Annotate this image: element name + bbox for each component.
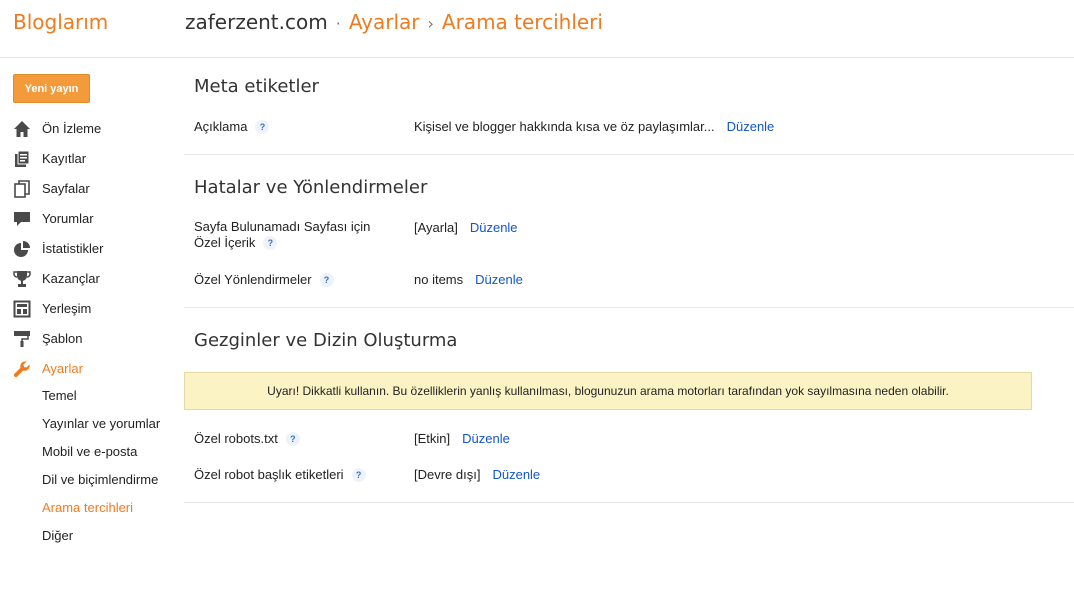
sidebar-subitem-label: Mobil ve e-posta — [42, 444, 138, 459]
sidebar-item-label: Yerleşim — [42, 301, 92, 316]
custom-robot-headers-label-text: Özel robot başlık etiketleri — [194, 467, 344, 482]
edit-custom-404-link[interactable]: Düzenle — [470, 220, 518, 235]
edit-custom-redirects-link[interactable]: Düzenle — [475, 272, 523, 287]
help-icon[interactable]: ? — [351, 468, 366, 482]
custom-redirects-value: no items Düzenle — [414, 272, 523, 287]
breadcrumb-settings[interactable]: Ayarlar — [349, 10, 420, 34]
sidebar-item-label: Sayfalar — [42, 181, 90, 196]
sidebar-item-overview[interactable]: Ön İzleme — [0, 113, 175, 143]
description-text: Kişisel ve blogger hakkında kısa ve öz p… — [414, 119, 715, 134]
pages-icon — [13, 180, 31, 198]
breadcrumb-separator: › — [427, 14, 434, 33]
sidebar-item-pages[interactable]: Sayfalar — [0, 173, 175, 203]
custom-404-label: Sayfa Bulunamadı Sayfası için Özel İçerik… — [194, 219, 370, 251]
sidebar-subitem-label: Dil ve biçimlendirme — [42, 472, 159, 487]
help-icon[interactable]: ? — [319, 273, 334, 287]
section-title-meta-tags: Meta etiketler — [194, 76, 319, 97]
breadcrumb-current-page: Arama tercihleri — [441, 10, 603, 34]
description-label: Açıklama? — [194, 119, 270, 135]
sidebar-subitem-label: Arama tercihleri — [42, 500, 134, 515]
sidebar-item-label: İstatistikler — [42, 241, 104, 256]
section-divider — [184, 502, 1074, 503]
section-title-crawlers-indexing: Gezginler ve Dizin Oluşturma — [194, 330, 458, 351]
sidebar-item-settings[interactable]: Ayarlar — [0, 353, 175, 383]
sidebar-item-label: Ön İzleme — [42, 121, 102, 136]
sidebar-nav: Ön İzleme Kayıtlar Sayfalar Yorumlar İst… — [0, 113, 175, 551]
sidebar-subitem-basic[interactable]: Temel — [0, 383, 175, 411]
sidebar-item-label: Ayarlar — [42, 361, 83, 376]
sidebar-subitem-search-preferences[interactable]: Arama tercihleri — [0, 495, 175, 523]
sidebar-item-comments[interactable]: Yorumlar — [0, 203, 175, 233]
breadcrumb-site[interactable]: zaferzent.com — [185, 10, 328, 34]
sidebar-subitem-label: Diğer — [42, 528, 74, 543]
custom-404-label-line1: Sayfa Bulunamadı Sayfası için — [194, 219, 371, 234]
sidebar-item-layout[interactable]: Yerleşim — [0, 293, 175, 323]
sidebar-subitem-label: Temel — [42, 388, 77, 403]
breadcrumb: zaferzent.com · Ayarlar › Arama tercihleri — [185, 10, 603, 34]
top-bar: Bloglarım zaferzent.com · Ayarlar › Arama te… — [0, 0, 1074, 58]
sidebar-item-template[interactable]: Şablon — [0, 323, 175, 353]
help-icon[interactable]: ? — [263, 236, 278, 250]
custom-robots-txt-status: [Etkin] — [414, 431, 451, 446]
edit-robots-txt-link[interactable]: Düzenle — [462, 431, 510, 446]
custom-404-value: [Ayarla] Düzenle — [414, 220, 518, 235]
custom-robot-headers-value: [Devre dışı] Düzenle — [414, 467, 540, 482]
stats-icon — [13, 240, 31, 258]
section-divider — [184, 154, 1074, 155]
app-logo[interactable]: Bloglarım — [13, 10, 108, 34]
custom-redirects-label-text: Özel Yönlendirmeler — [194, 272, 312, 287]
custom-404-status: [Ayarla] — [414, 220, 458, 235]
paint-roller-icon — [13, 330, 31, 348]
section-divider — [184, 307, 1074, 308]
edit-robot-headers-link[interactable]: Düzenle — [492, 467, 540, 482]
custom-robots-txt-label: Özel robots.txt? — [194, 431, 300, 447]
sidebar-item-label: Kazançlar — [42, 271, 100, 286]
trophy-icon — [13, 270, 31, 288]
custom-redirects-label: Özel Yönlendirmeler? — [194, 272, 334, 288]
new-post-button[interactable]: Yeni yayın — [13, 74, 90, 103]
layout-icon — [13, 300, 31, 318]
sidebar-subitem-label: Yayınlar ve yorumlar — [42, 416, 161, 431]
custom-404-label-line2: Özel İçerik — [194, 235, 256, 250]
sidebar-item-label: Yorumlar — [42, 211, 94, 226]
help-icon[interactable]: ? — [285, 432, 300, 446]
sidebar-subitem-mobile-email[interactable]: Mobil ve e-posta — [0, 439, 175, 467]
custom-robots-txt-label-text: Özel robots.txt — [194, 431, 278, 446]
help-icon[interactable]: ? — [255, 120, 270, 134]
custom-robots-txt-value: [Etkin] Düzenle — [414, 431, 510, 446]
custom-redirects-status: no items — [414, 272, 464, 287]
sidebar-subitem-language-formatting[interactable]: Dil ve biçimlendirme — [0, 467, 175, 495]
warning-banner: Uyarı! Dikkatli kullanın. Bu özellikleri… — [184, 372, 1032, 410]
edit-description-link[interactable]: Düzenle — [727, 119, 775, 134]
posts-icon — [13, 150, 31, 168]
sidebar-item-stats[interactable]: İstatistikler — [0, 233, 175, 263]
sidebar-item-label: Şablon — [42, 331, 83, 346]
comments-icon — [13, 210, 31, 228]
custom-robot-headers-label: Özel robot başlık etiketleri? — [194, 467, 366, 483]
custom-robot-headers-status: [Devre dışı] — [414, 467, 481, 482]
sidebar-subitem-other[interactable]: Diğer — [0, 523, 175, 551]
section-title-errors-redirects: Hatalar ve Yönlendirmeler — [194, 177, 428, 198]
sidebar-subitem-posts-comments[interactable]: Yayınlar ve yorumlar — [0, 411, 175, 439]
sidebar-item-label: Kayıtlar — [42, 151, 87, 166]
description-value: Kişisel ve blogger hakkında kısa ve öz p… — [414, 119, 774, 134]
sidebar-item-posts[interactable]: Kayıtlar — [0, 143, 175, 173]
home-icon — [13, 120, 31, 138]
wrench-icon — [13, 360, 31, 378]
sidebar-item-earnings[interactable]: Kazançlar — [0, 263, 175, 293]
description-label-text: Açıklama — [194, 119, 248, 134]
breadcrumb-separator: · — [335, 14, 341, 33]
